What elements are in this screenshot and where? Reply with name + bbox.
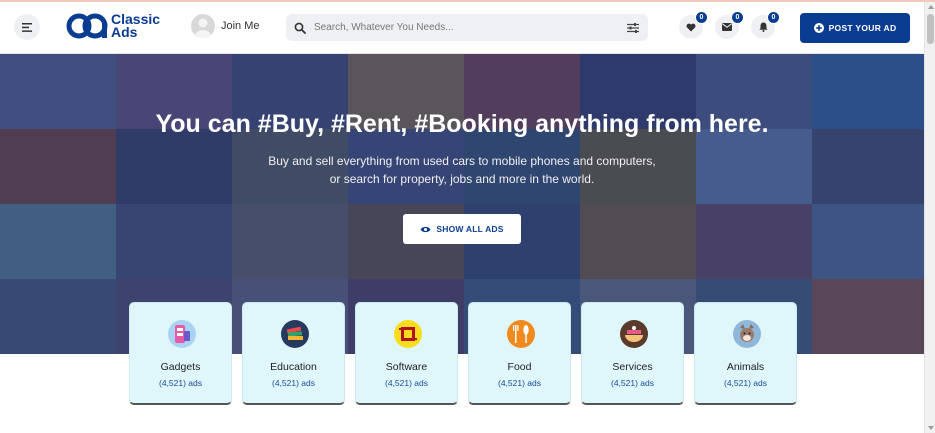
education-icon <box>281 320 309 348</box>
category-count: (4,521) ads <box>724 378 767 388</box>
category-count: (4,521) ads <box>498 378 541 388</box>
category-name: Services <box>612 361 653 373</box>
category-name: Software <box>385 361 428 373</box>
category-count: (4,521) ads <box>159 378 202 388</box>
hero-subtext: Buy and sell everything from used cars t… <box>262 152 662 188</box>
hero-subtext-line1: Buy and sell everything from used cars t… <box>268 154 656 168</box>
category-count: (4,521) ads <box>611 378 654 388</box>
category-cards: Gadgets (4,521) ads Education (4,521) ad… <box>129 302 797 405</box>
category-name: Food <box>507 361 532 373</box>
logo-text-line2: Ads <box>111 24 138 40</box>
filter-sliders-icon[interactable] <box>627 23 639 33</box>
category-count: (4,521) ads <box>272 378 315 388</box>
post-your-ad-label: POST YOUR AD <box>828 23 897 33</box>
show-all-ads-button[interactable]: SHOW ALL ADS <box>403 214 521 244</box>
search-bar <box>286 14 648 41</box>
hero-subtext-line2: or search for property, jobs and more in… <box>329 172 595 186</box>
category-name: Gadgets <box>160 361 201 373</box>
wishlist-button[interactable]: 0 <box>679 11 708 39</box>
food-icon <box>507 320 535 348</box>
category-card-education[interactable]: Education (4,521) ads <box>242 302 345 405</box>
user-avatar-icon <box>191 14 215 38</box>
gadgets-icon <box>168 320 196 348</box>
join-me-label: Join Me <box>221 20 260 32</box>
category-card-animals[interactable]: Animals (4,521) ads <box>694 302 797 405</box>
scroll-up-icon[interactable] <box>928 5 934 9</box>
heart-icon <box>686 23 696 31</box>
category-name: Animals <box>726 361 765 373</box>
page-scrollbar[interactable] <box>924 2 935 433</box>
category-count: (4,521) ads <box>385 378 428 388</box>
site-logo[interactable]: Classic Ads <box>66 12 160 40</box>
bell-icon <box>758 22 768 32</box>
category-card-gadgets[interactable]: Gadgets (4,521) ads <box>129 302 232 405</box>
join-me-link[interactable]: Join Me <box>191 14 260 38</box>
logo-mark-icon <box>66 13 108 39</box>
software-icon <box>394 320 422 348</box>
top-header: Classic Ads Join Me Search, Whatever You… <box>0 2 924 54</box>
scroll-down-icon[interactable] <box>928 426 934 430</box>
hamburger-icon <box>22 22 32 32</box>
eye-icon <box>420 226 431 232</box>
animals-icon <box>733 320 761 348</box>
logo-text: Classic Ads <box>111 12 160 40</box>
category-card-software[interactable]: Software (4,521) ads <box>355 302 458 405</box>
menu-button[interactable] <box>14 14 40 40</box>
search-icon <box>294 22 306 34</box>
hero-headline: You can #Buy, #Rent, #Booking anything f… <box>155 110 769 138</box>
search-input[interactable] <box>314 22 614 33</box>
envelope-icon <box>722 23 732 31</box>
plus-circle-icon <box>813 23 824 33</box>
category-card-food[interactable]: Food (4,521) ads <box>468 302 571 405</box>
wishlist-count-badge: 0 <box>695 11 708 24</box>
post-your-ad-button[interactable]: POST YOUR AD <box>800 13 910 43</box>
services-icon <box>620 320 648 348</box>
category-name: Education <box>270 361 317 373</box>
scrollbar-thumb[interactable] <box>927 14 934 44</box>
messages-count-badge: 0 <box>731 11 744 24</box>
show-all-ads-label: SHOW ALL ADS <box>436 224 504 234</box>
notifications-button[interactable]: 0 <box>751 11 780 39</box>
category-card-services[interactable]: Services (4,521) ads <box>581 302 684 405</box>
notifications-count-badge: 0 <box>767 11 780 24</box>
messages-button[interactable]: 0 <box>715 11 744 39</box>
